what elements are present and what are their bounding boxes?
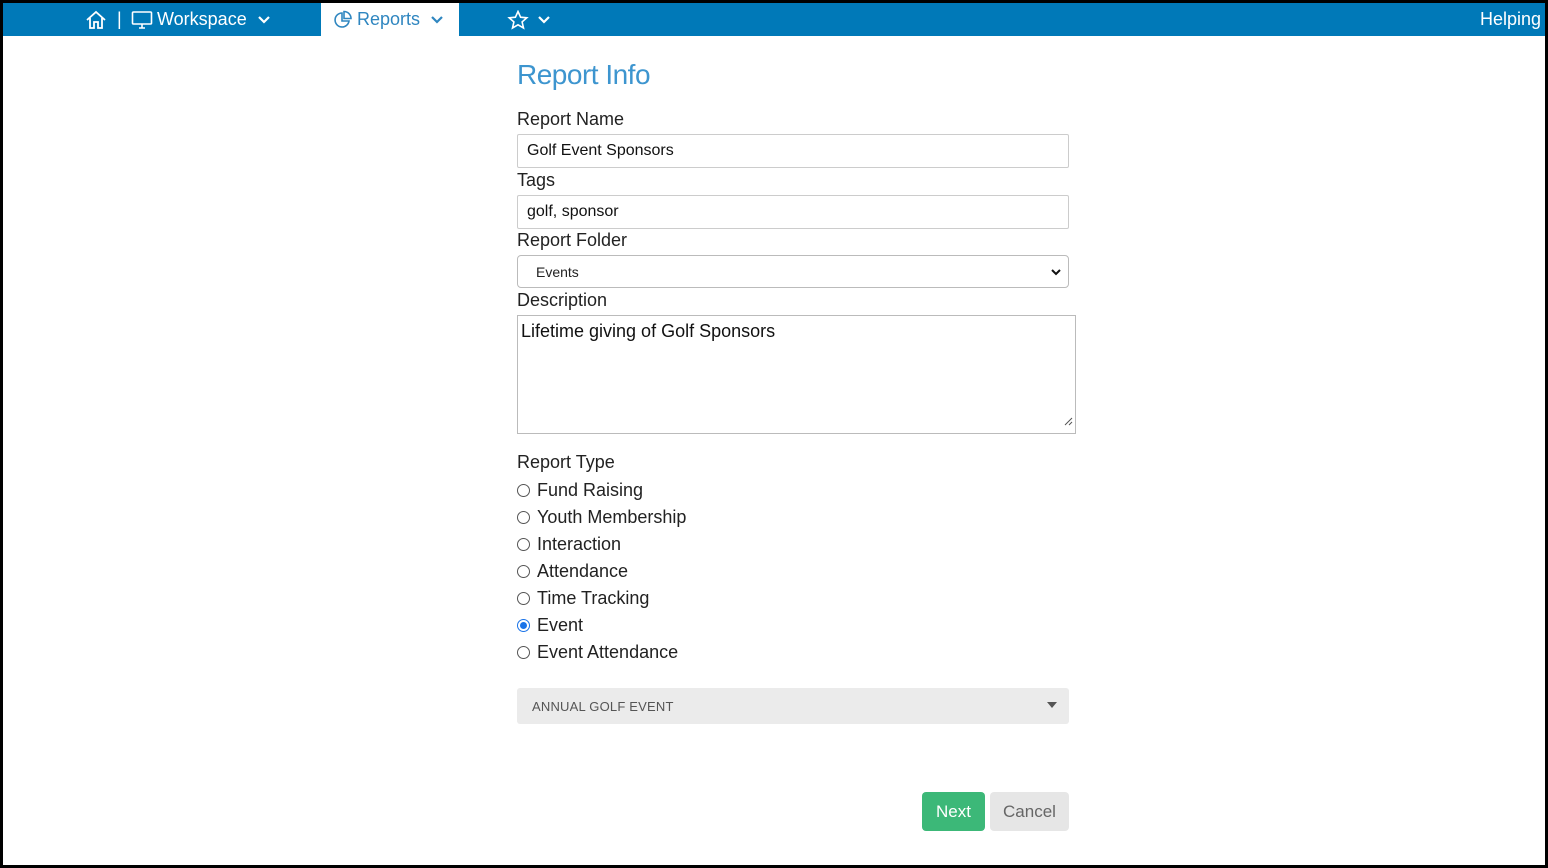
description-textarea[interactable]: Lifetime giving of Golf Sponsors: [517, 315, 1076, 434]
pie-chart-icon: [333, 10, 353, 30]
page-title: Report Info: [517, 59, 651, 90]
report-type-option-label: Event Attendance: [537, 641, 679, 662]
report-type-option[interactable]: Time Tracking: [517, 587, 649, 609]
resize-grip-icon[interactable]: [1063, 410, 1073, 431]
radio-button[interactable]: [517, 564, 530, 578]
tags-label: Tags: [517, 170, 556, 190]
radio-button[interactable]: [517, 537, 530, 551]
nav-separator: |: [117, 9, 122, 29]
cancel-button[interactable]: Cancel: [990, 792, 1069, 831]
report-type-label: Report Type: [517, 452, 615, 472]
helping-menu[interactable]: Helping: [1480, 3, 1541, 36]
app-window: | Workspace Reports Helping Report Info …: [3, 3, 1545, 865]
report-folder-select[interactable]: Events: [517, 255, 1069, 288]
event-select-value: ANNUAL GOLF EVENT: [532, 698, 674, 714]
star-icon: [507, 9, 529, 30]
monitor-icon: [131, 10, 153, 30]
report-type-option-label: Interaction: [537, 533, 622, 554]
description-label: Description: [517, 290, 608, 310]
radio-button[interactable]: [517, 591, 530, 605]
report-name-input[interactable]: Golf Event Sponsors: [517, 134, 1069, 168]
report-type-option[interactable]: Interaction: [517, 533, 621, 555]
chevron-down-icon: [537, 15, 551, 25]
tags-input[interactable]: golf, sponsor: [517, 195, 1069, 229]
report-name-label: Report Name: [517, 109, 625, 129]
radio-button[interactable]: [517, 483, 530, 497]
chevron-down-icon: [430, 15, 444, 25]
radio-button[interactable]: [517, 618, 530, 632]
report-folder-value: Events: [536, 263, 579, 280]
tags-value: golf, sponsor: [527, 203, 619, 220]
report-type-option[interactable]: Fund Raising: [517, 479, 643, 501]
top-nav-bar: | Workspace Reports Helping: [3, 3, 1545, 36]
caret-down-icon: [1047, 702, 1057, 708]
report-type-option-label: Time Tracking: [537, 587, 650, 608]
report-type-option-label: Youth Membership: [537, 506, 687, 527]
reports-label: Reports: [357, 9, 421, 29]
report-name-value: Golf Event Sponsors: [527, 142, 674, 159]
report-type-option-label: Event: [537, 614, 584, 635]
report-type-option-label: Fund Raising: [537, 479, 644, 500]
workspace-menu[interactable]: Workspace: [131, 3, 271, 36]
report-type-option[interactable]: Event Attendance: [517, 641, 678, 663]
report-type-option[interactable]: Attendance: [517, 560, 628, 582]
workspace-label: Workspace: [157, 9, 247, 29]
report-type-option[interactable]: Youth Membership: [517, 506, 686, 528]
event-select[interactable]: ANNUAL GOLF EVENT: [517, 688, 1069, 724]
radio-button[interactable]: [517, 645, 530, 659]
report-type-option[interactable]: Event: [517, 614, 583, 636]
report-folder-label: Report Folder: [517, 230, 628, 250]
chevron-down-icon: [1050, 265, 1062, 281]
home-icon: [85, 10, 107, 30]
chevron-down-icon: [257, 15, 271, 25]
home-button[interactable]: [85, 3, 107, 36]
report-type-option-label: Attendance: [537, 560, 629, 581]
reports-tab[interactable]: Reports: [321, 3, 459, 36]
description-value: Lifetime giving of Golf Sponsors: [521, 321, 776, 341]
next-button[interactable]: Next: [922, 792, 985, 831]
radio-button[interactable]: [517, 510, 530, 524]
favorites-menu[interactable]: [507, 3, 551, 36]
